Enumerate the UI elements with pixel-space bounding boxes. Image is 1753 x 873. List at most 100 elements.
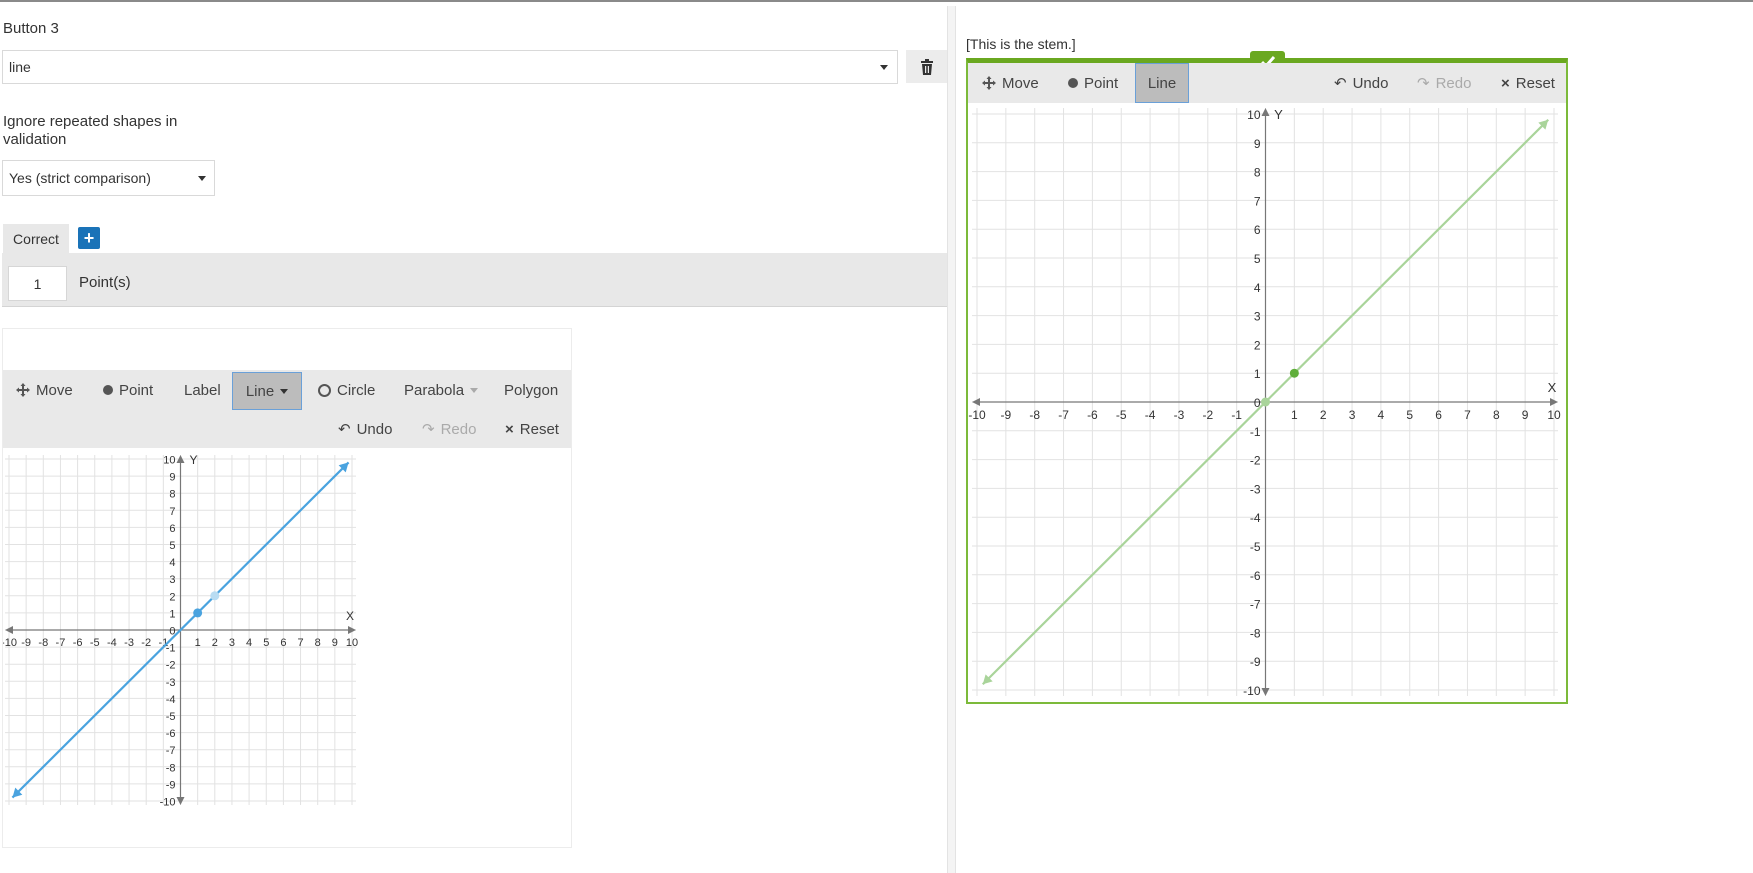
y-tick-label: 6	[1254, 223, 1261, 237]
graph-point	[1289, 368, 1299, 378]
points-value: 1	[33, 275, 42, 292]
x-tick-label: 3	[229, 637, 235, 649]
plus-icon: +	[83, 228, 95, 248]
y-tick-label: 5	[169, 540, 175, 552]
undo-icon: ↶	[1334, 75, 1347, 92]
move-label: Move	[36, 381, 73, 399]
x-tick-label: 4	[1378, 408, 1385, 422]
x-tick-label: 10	[1547, 408, 1561, 422]
graph-point	[193, 608, 203, 618]
ignore-repeated-label: Ignore repeated shapes in validation	[3, 113, 178, 148]
x-tick-label: 5	[1406, 408, 1413, 422]
y-tick-label: 3	[169, 574, 175, 586]
graph-point	[1261, 397, 1270, 407]
y-tick-label: 10	[1247, 108, 1261, 122]
points-bar	[2, 253, 947, 307]
x-axis-arrow-left	[972, 398, 980, 406]
y-tick-label: 8	[169, 489, 175, 501]
y-tick-label: -2	[166, 660, 176, 672]
redo-label: Redo	[440, 420, 477, 438]
x-tick-label: 7	[297, 637, 303, 649]
line-tool-button[interactable]: Line	[232, 372, 302, 410]
circle-icon	[318, 383, 331, 397]
polygon-label: Polygon	[504, 381, 559, 399]
close-icon: ×	[1501, 74, 1510, 92]
x-tick-label: 6	[280, 637, 286, 649]
undo-button[interactable]: ↶ Undo	[1334, 72, 1388, 94]
undo-icon: ↶	[338, 421, 351, 438]
parabola-tool-button[interactable]: Parabola	[404, 379, 479, 401]
shape-select-value: line	[9, 59, 31, 75]
x-tick-label: -9	[21, 637, 31, 649]
left-graph-canvas[interactable]: -10-9-8-7-6-5-4-3-2-112345678910-10-9-8-…	[3, 449, 423, 849]
point-icon	[103, 385, 113, 395]
move-tool-button[interactable]: Move	[982, 72, 1039, 94]
line-tool-button[interactable]: Line	[1135, 63, 1189, 103]
points-input[interactable]: 1	[8, 266, 67, 301]
move-icon	[982, 76, 996, 90]
redo-button[interactable]: ↷ Redo	[1417, 72, 1471, 94]
redo-button[interactable]: ↷ Redo	[422, 418, 476, 440]
x-tick-label: 6	[1435, 408, 1442, 422]
move-label: Move	[1002, 74, 1039, 92]
reset-button[interactable]: × Reset	[1501, 72, 1555, 94]
question-stem: [This is the stem.]	[966, 36, 1076, 52]
x-tick-label: -10	[3, 637, 17, 649]
y-tick-label: 3	[1254, 310, 1261, 324]
y-tick-label: -8	[166, 762, 176, 774]
y-tick-label: -9	[166, 779, 176, 791]
point-label: Point	[119, 381, 154, 399]
top-border	[0, 0, 1753, 2]
polygon-tool-button[interactable]: Polygon	[504, 379, 558, 401]
y-tick-label: -4	[166, 694, 176, 706]
y-tick-label: 9	[1254, 137, 1261, 151]
x-tick-label: -8	[38, 637, 48, 649]
x-tick-label: -5	[90, 637, 100, 649]
point-tool-button[interactable]: Point	[1068, 72, 1118, 94]
shape-select[interactable]: line	[2, 50, 898, 84]
x-tick-label: -6	[1087, 408, 1098, 422]
y-tick-label: -1	[1250, 425, 1261, 439]
tab-correct[interactable]: Correct	[3, 224, 69, 253]
y-tick-label: -2	[1250, 454, 1261, 468]
chevron-down-icon	[198, 176, 206, 181]
ignore-repeated-select[interactable]: Yes (strict comparison)	[2, 160, 215, 196]
x-tick-label: 9	[332, 637, 338, 649]
reset-button[interactable]: × Reset	[505, 418, 559, 440]
y-tick-label: 6	[169, 523, 175, 535]
x-axis-label: X	[1548, 380, 1557, 395]
circle-tool-button[interactable]: Circle	[318, 379, 375, 401]
points-label: Point(s)	[79, 274, 131, 291]
y-tick-label: -8	[1250, 626, 1261, 640]
label-tool-button[interactable]: Label	[184, 379, 221, 401]
x-tick-label: -8	[1029, 408, 1040, 422]
point-tool-button[interactable]: Point	[103, 379, 153, 401]
right-graph-canvas[interactable]: -10 -9 -8 -7 -6 -5 -4 -3 -2 -1 1 2 3 4 5 6 7 8 9 10 -10 -9 -8 -…	[968, 104, 1566, 702]
x-axis-label: X	[346, 609, 354, 623]
x-tick-label: -7	[1058, 408, 1069, 422]
x-tick-label: 1	[1291, 408, 1298, 422]
point-icon	[1068, 78, 1078, 88]
y-tick-label: -10	[160, 797, 176, 809]
move-icon	[16, 383, 30, 397]
x-tick-label: 4	[246, 637, 252, 649]
move-tool-button[interactable]: Move	[16, 379, 73, 401]
redo-label: Redo	[1435, 74, 1472, 92]
y-tick-label: 7	[1254, 194, 1261, 208]
add-response-button[interactable]: +	[78, 227, 100, 249]
field-label: Button 3	[3, 20, 59, 37]
y-tick-label: 2	[1254, 338, 1261, 352]
y-tick-label: 2	[169, 591, 175, 603]
undo-button[interactable]: ↶ Undo	[338, 418, 392, 440]
y-tick-label: -7	[166, 745, 176, 757]
redo-icon: ↷	[422, 421, 435, 438]
undo-label: Undo	[356, 420, 393, 438]
chevron-down-icon	[470, 387, 479, 393]
x-tick-label: -3	[1174, 408, 1185, 422]
y-tick-label: -9	[1250, 655, 1261, 669]
y-tick-label: 10	[163, 455, 175, 467]
x-tick-label: 7	[1464, 408, 1471, 422]
x-tick-label: 3	[1349, 408, 1356, 422]
line-label: Line	[245, 382, 275, 400]
delete-button[interactable]	[906, 50, 947, 83]
